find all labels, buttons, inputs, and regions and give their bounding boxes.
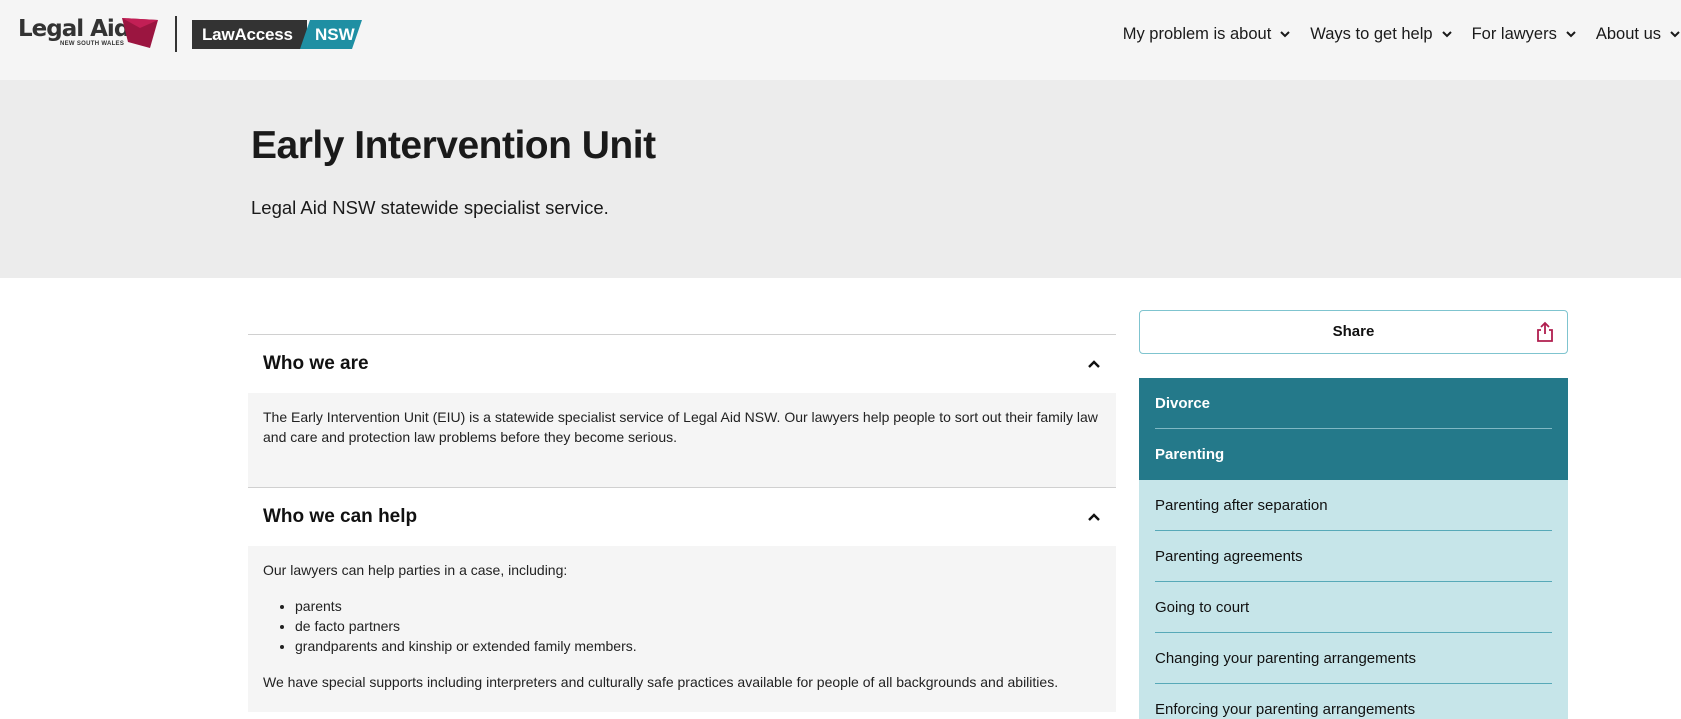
- accordion-body: Our lawyers can help parties in a case, …: [248, 546, 1116, 712]
- share-button-label: Share: [1332, 323, 1375, 340]
- main-content: Who we are The Early Intervention Unit (…: [248, 334, 1116, 712]
- sidebar-item-parenting-after-separation[interactable]: Parenting after separation: [1139, 480, 1568, 531]
- accordion-title: Who we can help: [263, 506, 418, 527]
- nav-item-label: My problem is about: [1122, 24, 1272, 43]
- sidebar-item-label: Going to court: [1155, 582, 1552, 633]
- accordion-intro: Our lawyers can help parties in a case, …: [263, 562, 568, 578]
- hero-banner: [0, 80, 1681, 278]
- nav-item-about-us[interactable]: About us: [1596, 22, 1681, 46]
- chevron-down-icon: [1670, 31, 1680, 38]
- nav-item-label: Ways to get help: [1310, 24, 1433, 43]
- accordion-who-we-can-help: Who we can help Our lawyers can help par…: [248, 487, 1116, 712]
- sidebar-item-enforcing-arrangements[interactable]: Enforcing your parenting arrangements: [1139, 684, 1568, 719]
- chevron-down-icon: [1566, 31, 1576, 38]
- sidebar-item-divorce[interactable]: Divorce: [1139, 378, 1568, 429]
- page-title: Early Intervention Unit: [251, 124, 656, 167]
- nav-item-label: About us: [1595, 24, 1661, 43]
- legal-aid-logo-text: Legal Aid: [18, 16, 130, 42]
- sidebar-nav: Divorce Parenting Parenting after separa…: [1139, 378, 1568, 719]
- nav-item-for-lawyers[interactable]: For lawyers: [1472, 22, 1577, 46]
- main-nav: My problem is about Ways to get help For…: [1104, 22, 1681, 46]
- list-item: grandparents and kinship or extended fam…: [295, 636, 1101, 656]
- site-header: Legal Aid NEW SOUTH WALES LawAccess NSW …: [0, 0, 1681, 80]
- nav-item-my-problem[interactable]: My problem is about: [1123, 22, 1292, 46]
- list-item: de facto partners: [295, 616, 1101, 636]
- accordion-header-who-we-can-help[interactable]: Who we can help: [248, 488, 1116, 546]
- accordion-outro: We have special supports including inter…: [263, 674, 1059, 690]
- accordion-text: The Early Intervention Unit (EIU) is a s…: [263, 409, 1098, 445]
- sidebar-item-label: Divorce: [1155, 378, 1552, 429]
- legal-aid-logo-subtext: NEW SOUTH WALES: [60, 41, 125, 47]
- nav-item-ways-to-get-help[interactable]: Ways to get help: [1310, 22, 1452, 46]
- chevron-down-icon: [1280, 31, 1291, 38]
- sidebar-item-label: Parenting agreements: [1155, 531, 1552, 582]
- sidebar-item-label: Parenting: [1155, 446, 1225, 463]
- accordion-who-we-are: Who we are The Early Intervention Unit (…: [248, 334, 1116, 487]
- share-button[interactable]: Share: [1139, 310, 1568, 354]
- sidebar-item-parenting-agreements[interactable]: Parenting agreements: [1139, 531, 1568, 582]
- accordion-title: Who we are: [263, 353, 369, 374]
- list-item: parents: [295, 596, 1101, 616]
- logo-divider: [175, 16, 177, 52]
- nav-item-label: For lawyers: [1471, 24, 1557, 43]
- help-list: parents de facto partners grandparents a…: [295, 596, 1101, 656]
- sidebar-item-parenting[interactable]: Parenting: [1139, 429, 1568, 480]
- page-subtitle: Legal Aid NSW statewide specialist servi…: [251, 197, 609, 218]
- lawaccess-logo-text: LawAccess: [192, 20, 307, 49]
- sidebar-item-label: Changing your parenting arrangements: [1155, 633, 1552, 684]
- legal-aid-logo-mark-icon: [122, 18, 158, 48]
- sidebar-item-going-to-court[interactable]: Going to court: [1139, 582, 1568, 633]
- sidebar-item-label: Enforcing your parenting arrangements: [1155, 684, 1552, 719]
- sidebar-item-changing-arrangements[interactable]: Changing your parenting arrangements: [1139, 633, 1568, 684]
- lawaccess-nsw-text: NSW: [300, 20, 362, 49]
- chevron-up-icon: [1088, 360, 1100, 368]
- chevron-down-icon: [1441, 31, 1452, 38]
- accordion-body: The Early Intervention Unit (EIU) is a s…: [248, 393, 1116, 487]
- share-icon: [1537, 321, 1553, 342]
- chevron-up-icon: [1088, 513, 1100, 521]
- accordion-header-who-we-are[interactable]: Who we are: [248, 335, 1116, 393]
- sidebar-item-label: Parenting after separation: [1155, 480, 1552, 531]
- legal-aid-logo[interactable]: Legal Aid NEW SOUTH WALES: [18, 16, 168, 52]
